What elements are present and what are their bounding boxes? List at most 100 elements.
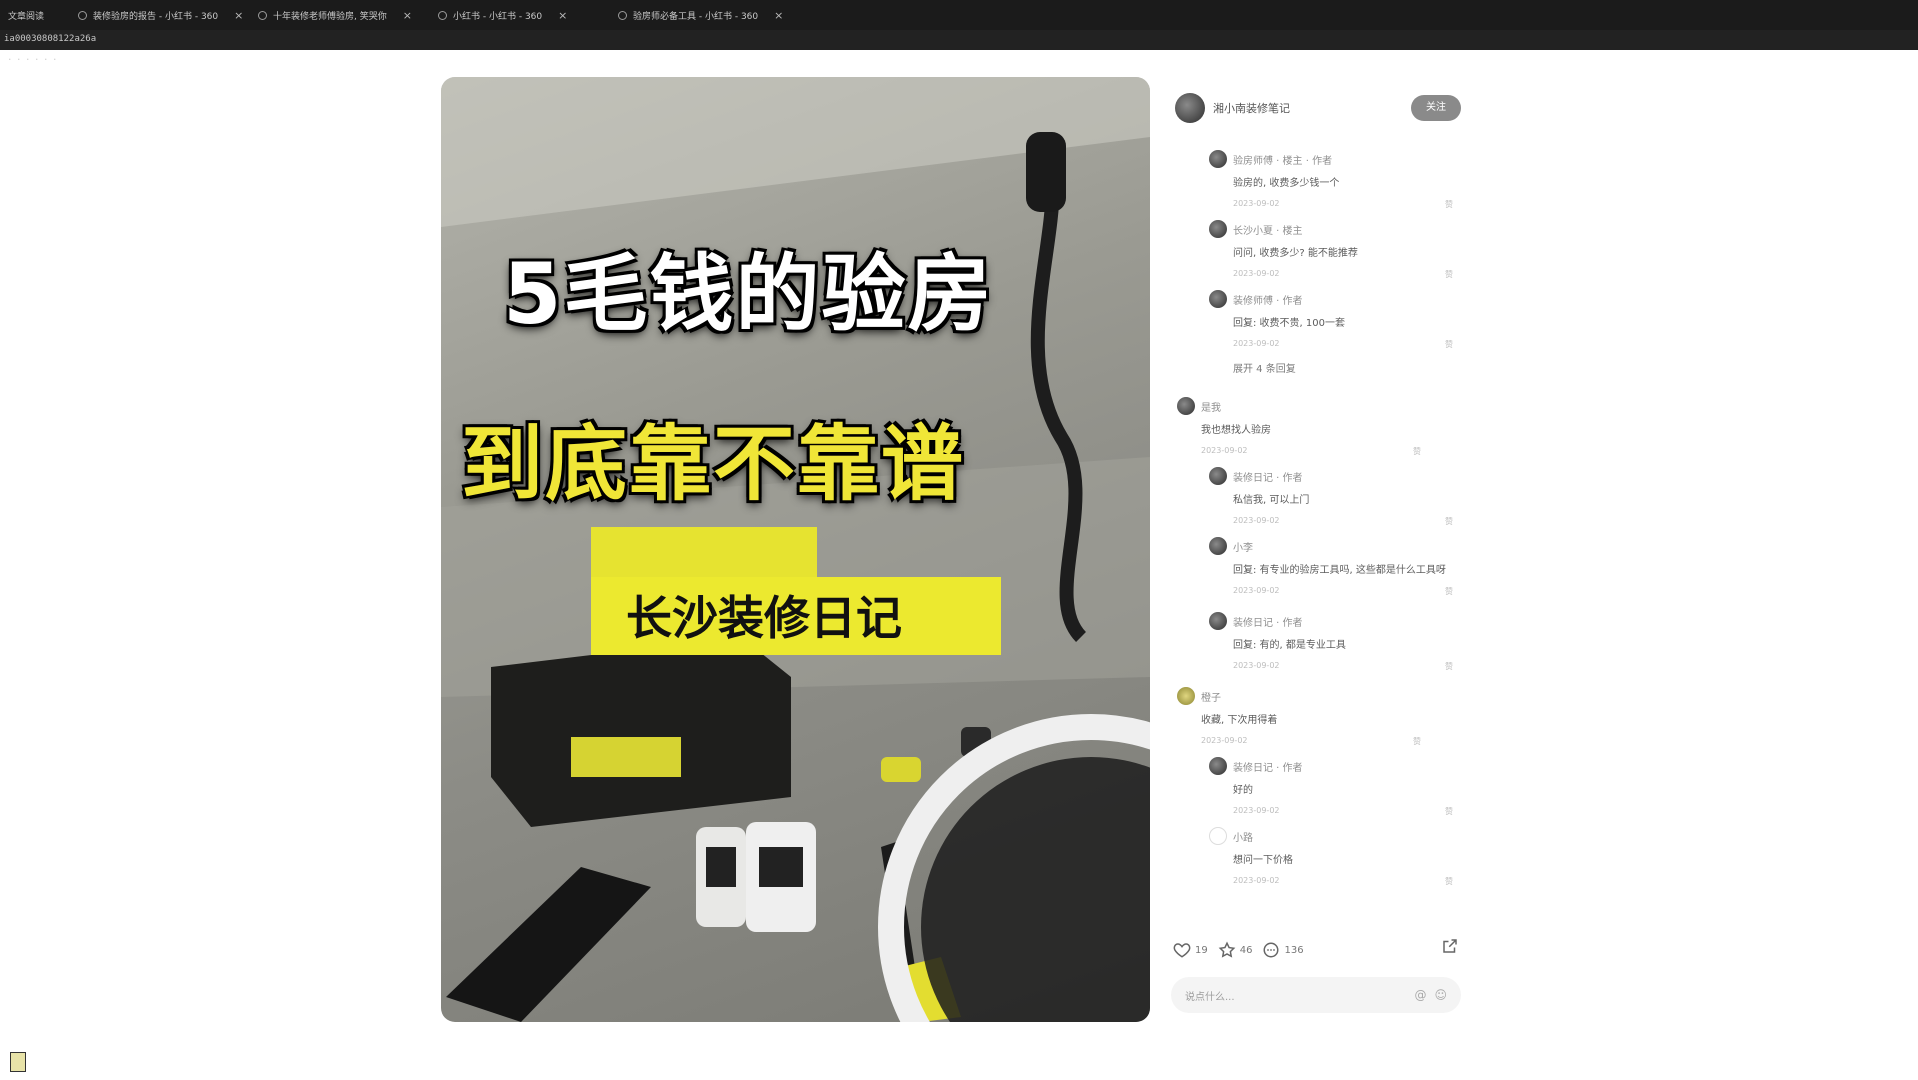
collect-button[interactable]: 46 <box>1218 941 1253 959</box>
comment-date: 2023-09-02 <box>1233 269 1280 278</box>
commenter-avatar[interactable] <box>1177 397 1195 415</box>
commenter-avatar[interactable] <box>1209 467 1227 485</box>
comment-list: 验房师傅 · 楼主 · 作者 验房的, 收费多少钱一个 2023-09-02 赞 … <box>1171 142 1461 962</box>
comment-item: 验房师傅 · 楼主 · 作者 验房的, 收费多少钱一个 2023-09-02 赞 <box>1209 150 1453 210</box>
commenter-name[interactable]: 验房师傅 · 楼主 · 作者 <box>1233 152 1332 167</box>
comment-text: 验房的, 收费多少钱一个 <box>1233 178 1340 189</box>
commenter-name[interactable]: 是我 <box>1201 399 1221 414</box>
commenter-name[interactable]: 小路 <box>1233 829 1253 844</box>
comment-text: 收藏, 下次用得着 <box>1201 715 1278 726</box>
comment-like[interactable]: 赞 <box>1445 586 1453 597</box>
commenter-name[interactable]: 小李 <box>1233 539 1253 554</box>
commenter-avatar[interactable] <box>1209 150 1227 168</box>
like-count: 19 <box>1195 944 1208 956</box>
collect-count: 46 <box>1239 944 1253 956</box>
taskbar-app-icon[interactable] <box>10 1052 26 1072</box>
cover-title-line2: 到底靠不靠谱 <box>461 417 966 512</box>
comment-like[interactable]: 赞 <box>1445 516 1453 527</box>
comment-item: 装修师傅 · 作者 回复: 收费不贵, 100一套 2023-09-02 赞 <box>1209 290 1453 350</box>
comment-date: 2023-09-02 <box>1233 876 1280 885</box>
comment-item: 长沙小夏 · 楼主 问问, 收费多少? 能不能推荐 2023-09-02 赞 <box>1209 220 1453 280</box>
comment-like[interactable]: 赞 <box>1445 199 1453 210</box>
comment-input[interactable]: 说点什么... @ ☺ <box>1171 977 1461 1013</box>
share-button[interactable] <box>1441 937 1459 959</box>
browser-tab[interactable]: 小红书 - 小红书 - 360 × <box>430 4 610 26</box>
tab-favicon-icon <box>438 10 447 20</box>
comment-item: 是我 我也想找人验房 2023-09-02 赞 <box>1177 397 1421 457</box>
commenter-name[interactable]: 装修日记 · 作者 <box>1233 469 1303 484</box>
browser-tab-bar: 文章阅读 装修验房的报告 - 小红书 - 360 × 十年装修老师傅验房, 笑哭… <box>0 0 1918 30</box>
comment-date: 2023-09-02 <box>1233 806 1280 815</box>
comment-button[interactable]: 136 <box>1262 941 1304 959</box>
follow-button[interactable]: 关注 <box>1411 95 1461 121</box>
commenter-avatar[interactable] <box>1209 220 1227 238</box>
author-info[interactable]: 湘小南装修笔记 <box>1175 93 1290 123</box>
commenter-avatar[interactable] <box>1177 687 1195 705</box>
author-avatar[interactable] <box>1175 93 1205 123</box>
comment-text: 我也想找人验房 <box>1201 425 1271 436</box>
tab-close-icon[interactable]: × <box>558 9 567 22</box>
bookmarks-bar: · · · · · · <box>0 50 1918 72</box>
tab-close-icon[interactable]: × <box>234 9 243 22</box>
comment-item: 橙子 收藏, 下次用得着 2023-09-02 赞 <box>1177 687 1421 747</box>
comment-like[interactable]: 赞 <box>1413 446 1421 457</box>
commenter-avatar[interactable] <box>1209 612 1227 630</box>
comment-like[interactable]: 赞 <box>1413 736 1421 747</box>
tab-favicon-icon <box>258 10 267 20</box>
comment-like[interactable]: 赞 <box>1445 806 1453 817</box>
commenter-name[interactable]: 装修日记 · 作者 <box>1233 759 1303 774</box>
browser-tab[interactable]: 文章阅读 <box>0 4 70 26</box>
expand-replies-link[interactable]: 展开 4 条回复 <box>1233 360 1296 375</box>
comment-like[interactable]: 赞 <box>1445 876 1453 887</box>
browser-tab[interactable]: 十年装修老师傅验房, 笑哭你 × <box>250 4 430 26</box>
share-icon <box>1443 939 1457 953</box>
comment-text: 私信我, 可以上门 <box>1233 495 1310 506</box>
commenter-name[interactable]: 装修师傅 · 作者 <box>1233 292 1303 307</box>
heart-icon <box>1173 943 1191 958</box>
commenter-avatar[interactable] <box>1209 757 1227 775</box>
comment-item: 装修日记 · 作者 好的 2023-09-02 赞 <box>1209 757 1453 817</box>
comment-like[interactable]: 赞 <box>1445 339 1453 350</box>
comment-like[interactable]: 赞 <box>1445 269 1453 280</box>
post-sidebar: 湘小南装修笔记 关注 验房师傅 · 楼主 · 作者 验房的, 收费多少钱一个 2… <box>1171 77 1461 1022</box>
commenter-name[interactable]: 橙子 <box>1201 689 1221 704</box>
browser-tab[interactable]: 装修验房的报告 - 小红书 - 360 × <box>70 4 250 26</box>
comment-icon <box>1263 942 1279 958</box>
emoji-icon[interactable]: ☺ <box>1434 988 1447 1002</box>
like-button[interactable]: 19 <box>1173 941 1208 959</box>
post-detail: 5毛钱的验房 到底靠不靠谱 长沙装修日记 湘小南装修笔记 关注 验房师傅 · 楼… <box>441 77 1461 1022</box>
comment-date: 2023-09-02 <box>1233 199 1280 208</box>
tab-favicon-icon <box>618 10 627 20</box>
author-name[interactable]: 湘小南装修笔记 <box>1213 100 1290 116</box>
browser-tab[interactable]: 验房师必备工具 - 小红书 - 360 × <box>610 4 790 26</box>
tab-close-icon[interactable]: × <box>403 9 412 22</box>
star-icon <box>1218 941 1236 958</box>
comment-date: 2023-09-02 <box>1233 661 1280 670</box>
post-actions: 19 46 136 <box>1173 935 1463 965</box>
comment-date: 2023-09-02 <box>1201 446 1248 455</box>
comment-item: 装修日记 · 作者 私信我, 可以上门 2023-09-02 赞 <box>1209 467 1453 527</box>
comment-count: 136 <box>1284 944 1304 956</box>
comment-date: 2023-09-02 <box>1233 516 1280 525</box>
comment-input-placeholder: 说点什么... <box>1185 991 1235 1003</box>
comment-text: 回复: 有专业的验房工具吗, 这些都是什么工具呀 <box>1233 565 1446 576</box>
comment-like[interactable]: 赞 <box>1445 661 1453 672</box>
comment-date: 2023-09-02 <box>1233 339 1280 348</box>
comment-date: 2023-09-02 <box>1201 736 1248 745</box>
tab-close-icon[interactable]: × <box>774 9 783 22</box>
at-icon[interactable]: @ <box>1414 988 1426 1002</box>
comment-text: 好的 <box>1233 785 1253 796</box>
address-bar[interactable]: ia00030808122a26a <box>0 30 1918 50</box>
commenter-avatar[interactable] <box>1209 827 1227 845</box>
tab-favicon-icon <box>78 10 87 20</box>
comment-date: 2023-09-02 <box>1233 586 1280 595</box>
post-cover-image[interactable]: 5毛钱的验房 到底靠不靠谱 长沙装修日记 <box>441 77 1150 1022</box>
cover-tagline: 长沙装修日记 <box>626 591 902 645</box>
comment-text: 回复: 有的, 都是专业工具 <box>1233 640 1346 651</box>
commenter-name[interactable]: 装修日记 · 作者 <box>1233 614 1303 629</box>
commenter-avatar[interactable] <box>1209 290 1227 308</box>
comment-item: 小李 回复: 有专业的验房工具吗, 这些都是什么工具呀 2023-09-02 赞 <box>1209 537 1453 597</box>
commenter-avatar[interactable] <box>1209 537 1227 555</box>
comment-text: 回复: 收费不贵, 100一套 <box>1233 318 1345 329</box>
commenter-name[interactable]: 长沙小夏 · 楼主 <box>1233 222 1303 237</box>
